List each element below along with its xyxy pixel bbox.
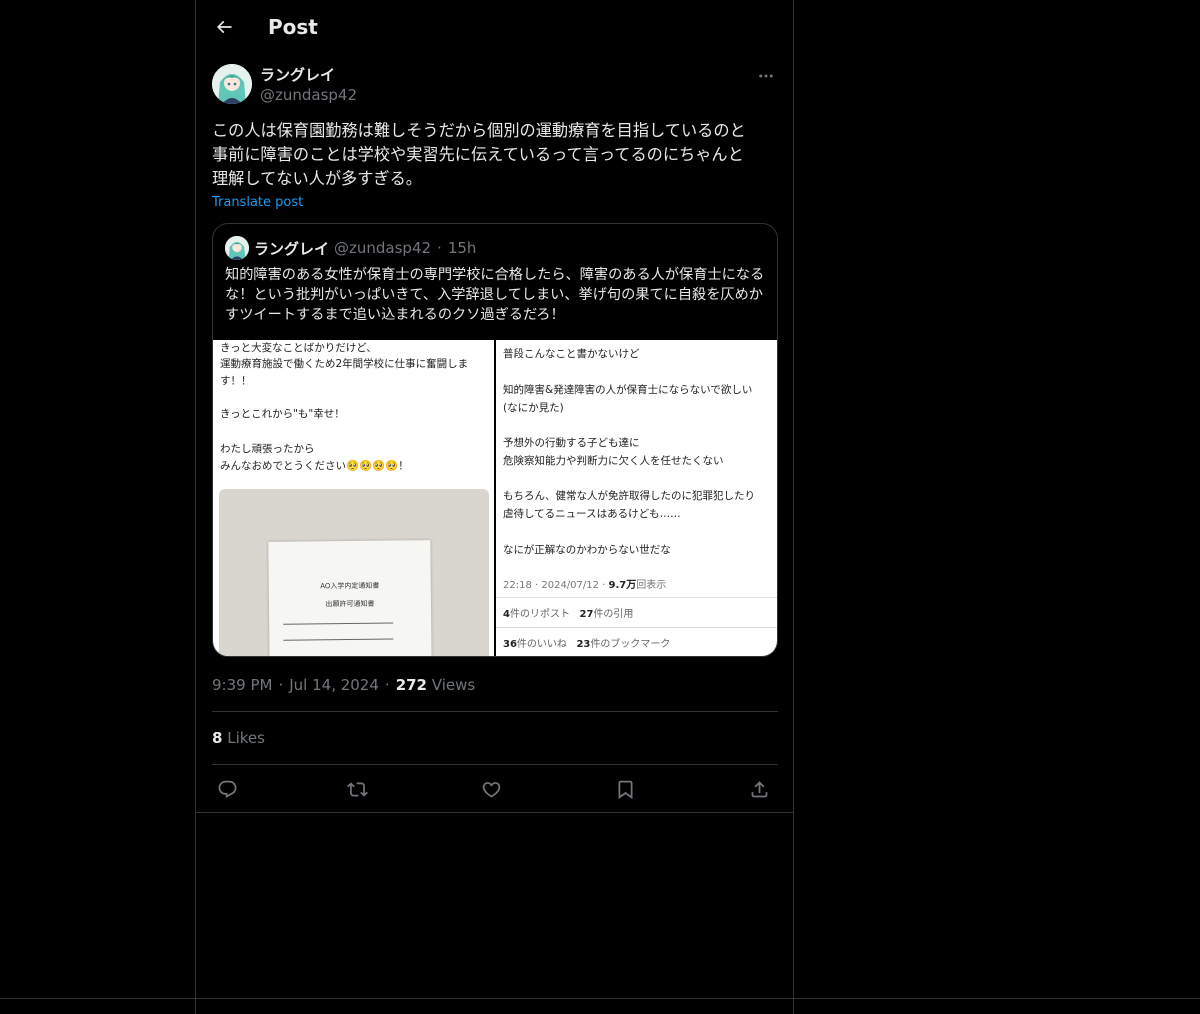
screenshot-likes-count: 36 (503, 639, 517, 650)
screenshot-divider (496, 597, 777, 598)
paper-title: AO入学内定通知書 (320, 581, 380, 591)
back-button[interactable] (210, 13, 238, 41)
quote-media: きっと大変なことばかりだけど、 運動療育施設で働くため2年間学校に仕事に奮闘しま… (213, 340, 777, 656)
post-meta: 9:39 PM · Jul 14, 2024 · 272 Views (212, 675, 475, 695)
author-name[interactable]: ラングレイ (260, 65, 335, 85)
avatar-image (212, 64, 252, 104)
screenshot-reposts-count: 4 (503, 609, 510, 620)
screenshot-quotes-label: 件の引用 (593, 609, 634, 620)
avatar[interactable] (212, 64, 252, 104)
like-button[interactable] (478, 776, 504, 802)
quote-image-left[interactable]: きっと大変なことばかりだけど、 運動療育施設で働くため2年間学校に仕事に奮闘しま… (213, 340, 494, 656)
screenshot-reposts-label: 件のリポスト (509, 609, 570, 620)
bookmark-button[interactable] (612, 776, 638, 802)
likes-label: Likes (227, 729, 265, 747)
divider (196, 812, 793, 813)
screenshot-views-label: 回表示 (636, 580, 667, 591)
quote-avatar (225, 236, 249, 260)
screenshot-bookmarks-count: 23 (576, 639, 591, 650)
paper-line (283, 622, 394, 625)
screenshot-text-line: きっとこれから"も"幸せ！ (220, 408, 345, 420)
paper-subtitle: 出願許可通知書 (325, 599, 375, 609)
screenshot-text-line: みんなおめでとうください🥺🥺🥺🥺！ (220, 460, 409, 472)
screenshot-text-line: 予想外の行動する子ども達に (503, 437, 640, 449)
translate-post-link[interactable]: Translate post (212, 194, 303, 212)
screenshot-stats-row: 36件のいいね 23件のブックマーク (503, 635, 670, 650)
paper-line (283, 638, 394, 641)
primary-column: Post ラングレイ @zundasp42 この人は保育園勤務は難しそうだから個… (195, 0, 794, 1014)
reply-button[interactable] (214, 776, 240, 802)
post-time[interactable]: 9:39 PM (212, 676, 272, 694)
screenshot-text-line: (なにか見た) (503, 402, 564, 414)
quote-image-right[interactable]: 普段こんなこと書かないけど 知的障害&発達障害の人が保育士にならないで欲しい (… (496, 340, 777, 656)
reply-icon (218, 780, 236, 798)
admission-letter: AO入学内定通知書 出願許可通知書 (268, 540, 432, 656)
like-icon (482, 781, 500, 798)
quote-header: ラングレイ @zundasp42 · 15h (225, 236, 476, 260)
screenshot-text-line: 危険察知能力や判断力に欠く人を任せたくない (503, 455, 724, 467)
screenshot-text-line: きっと大変なことばかりだけど、 (220, 342, 377, 354)
quote-author-handle: @zundasp42 (334, 239, 432, 257)
screenshot-text-line: 虐待してるニュースはあるけども…… (503, 508, 681, 520)
quote-avatar-image (225, 236, 249, 260)
quote-text: 知的障害のある女性が保育士の専門学校に合格したら、障害のある人が保育士になるな！… (225, 267, 765, 323)
share-icon (751, 780, 767, 797)
views-count: 272 (395, 676, 427, 694)
page-title: Post (268, 15, 318, 39)
screenshot-meta: 22:18 · 2024/07/12 · 9.7万回表示 (503, 576, 666, 591)
screenshot-text-line: わたし頑張ったから (220, 443, 315, 455)
repost-icon (346, 781, 368, 797)
likes-count: 8 (212, 729, 223, 747)
page-header: Post (196, 0, 793, 54)
screenshot-text-line: なにが正解なのかわからない世だな (503, 544, 671, 556)
divider (212, 711, 778, 712)
screenshot-text-line: もちろん、健常な人が免許取得したのに犯罪犯したり (503, 490, 755, 502)
page-bottom-divider (0, 998, 1200, 999)
screenshot-divider (496, 627, 777, 628)
more-icon (759, 74, 773, 78)
back-arrow-icon (216, 20, 232, 34)
repost-button[interactable] (344, 776, 370, 802)
post-date[interactable]: Jul 14, 2024 (289, 676, 379, 694)
divider (212, 764, 778, 765)
post-text: この人は保育園勤務は難しそうだから個別の運動療育を目指しているのと 事前に障害の… (212, 121, 746, 188)
screenshot-text-line: 運動療育施設で働くため2年間学校に仕事に奮闘しま (220, 358, 469, 370)
bookmark-icon (618, 780, 632, 799)
action-bar (212, 776, 778, 802)
quote-separator: · (437, 239, 442, 257)
quoted-post[interactable]: ラングレイ @zundasp42 · 15h 知的障害のある女性が保育士の専門学… (212, 223, 778, 657)
screenshot-quotes-count: 27 (579, 609, 594, 620)
screenshot-bookmarks-label: 件のブックマーク (590, 639, 671, 650)
screenshot-views: 9.7万 (608, 580, 637, 591)
screenshot-text-line: 普段こんなこと書かないけど (503, 348, 640, 360)
screenshot-likes-label: 件のいいね (516, 639, 567, 650)
share-button[interactable] (746, 776, 772, 802)
screenshot-time: 22:18 · 2024/07/12 · (503, 580, 609, 591)
post-author: ラングレイ @zundasp42 (212, 64, 778, 108)
screenshot-stats-row: 4件のリポスト 27件の引用 (503, 605, 633, 620)
quote-author-name: ラングレイ (254, 239, 330, 258)
document-photo: AO入学内定通知書 出願許可通知書 (219, 489, 489, 656)
views-label: Views (431, 676, 476, 694)
meta-separator: · (278, 676, 284, 694)
quote-time: 15h (447, 239, 477, 257)
more-button[interactable] (754, 66, 778, 86)
screenshot-text-line: す！！ (220, 375, 252, 387)
screenshot-text-line: 知的障害&発達障害の人が保育士にならないで欲しい (503, 384, 753, 396)
author-handle[interactable]: @zundasp42 (260, 85, 357, 105)
likes-summary[interactable]: 8 Likes (212, 728, 265, 748)
meta-separator: · (384, 676, 390, 694)
